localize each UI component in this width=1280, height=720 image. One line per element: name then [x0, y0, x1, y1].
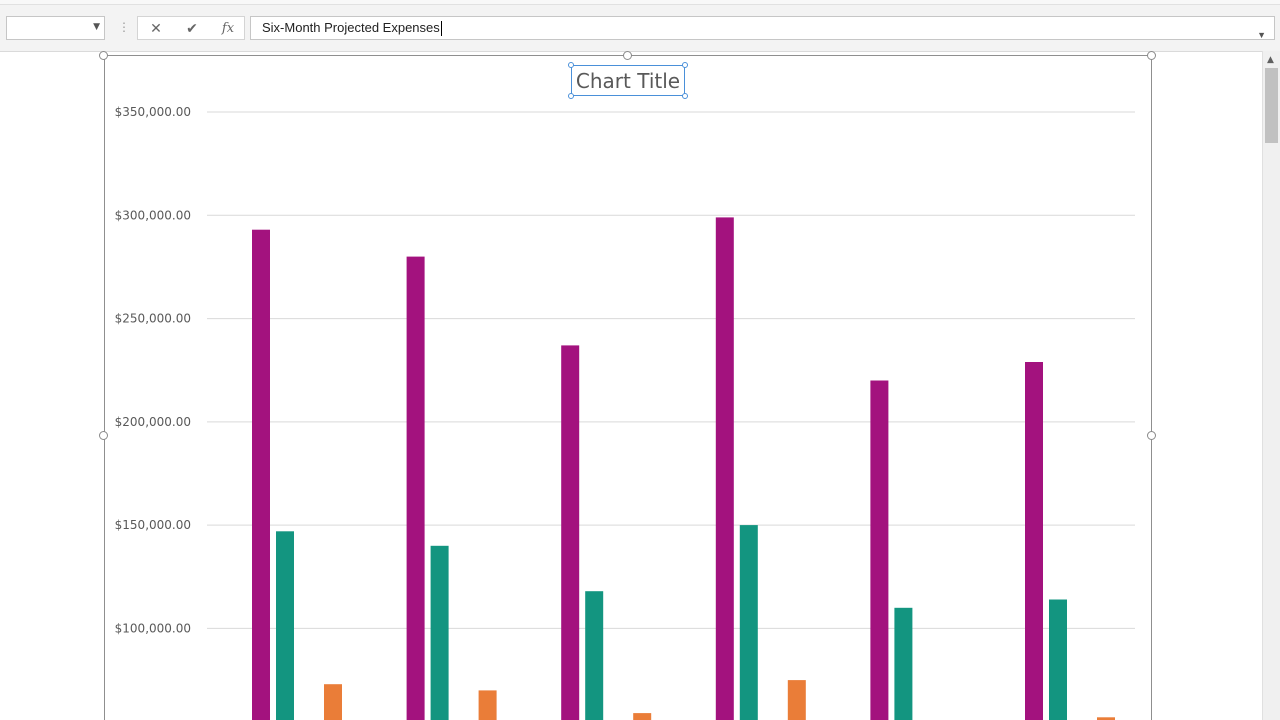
- bar-series-2-category-5[interactable]: [894, 607, 913, 720]
- title-handle-top-right[interactable]: [682, 62, 688, 68]
- bar-series-4-category-2[interactable]: [478, 690, 497, 720]
- bar-series-2-category-1[interactable]: [276, 531, 294, 720]
- y-tick-label: $200,000.00: [115, 415, 191, 429]
- y-tick-label: $350,000.00: [115, 105, 191, 119]
- bar-series-1-category-6[interactable]: [1025, 362, 1043, 720]
- chart-plot: $50,000.00$100,000.00$150,000.00$200,000…: [115, 105, 1135, 720]
- title-handle-bottom-left[interactable]: [568, 93, 574, 99]
- scroll-up-icon[interactable]: ▲: [1267, 55, 1274, 65]
- scrollbar-thumb[interactable]: [1265, 68, 1278, 143]
- bar-series-1-category-4[interactable]: [715, 217, 734, 720]
- bar-series-4-category-3[interactable]: [633, 713, 652, 720]
- bar-series-1-category-5[interactable]: [870, 380, 889, 720]
- vertical-scrollbar[interactable]: ▲: [1262, 51, 1280, 720]
- title-handle-bottom-right[interactable]: [682, 93, 688, 99]
- bar-series-1-category-2[interactable]: [406, 256, 425, 720]
- chart-title[interactable]: Chart Title: [571, 65, 685, 96]
- title-handle-top-left[interactable]: [568, 62, 574, 68]
- bar-series-1-category-1[interactable]: [252, 229, 270, 720]
- bar-series-2-category-2[interactable]: [430, 545, 449, 720]
- bar-series-2-category-3[interactable]: [585, 591, 604, 720]
- bar-series-4-category-1[interactable]: [324, 684, 342, 720]
- bar-series-2-category-4[interactable]: [739, 525, 758, 720]
- y-tick-label: $150,000.00: [115, 518, 191, 532]
- y-tick-label: $250,000.00: [115, 312, 191, 326]
- bar-series-2-category-6[interactable]: [1049, 599, 1067, 720]
- bar-series-1-category-3[interactable]: [561, 345, 580, 720]
- y-tick-label: $100,000.00: [115, 621, 191, 635]
- bar-series-4-category-4[interactable]: [787, 680, 806, 720]
- y-tick-label: $300,000.00: [115, 208, 191, 222]
